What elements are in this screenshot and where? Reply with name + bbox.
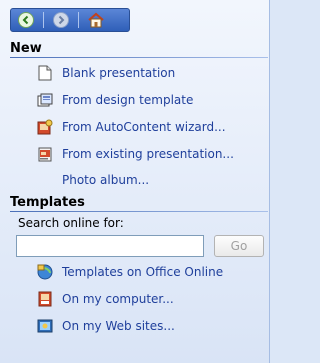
new-section-rule — [10, 57, 268, 58]
search-online-input[interactable] — [16, 235, 204, 257]
back-arrow-icon — [18, 12, 34, 28]
autocontent-wizard-icon — [36, 118, 54, 136]
templates-office-online-label: Templates on Office Online — [62, 265, 224, 279]
templates-office-online-link[interactable]: Templates on Office Online — [36, 263, 223, 281]
on-my-web-sites-link[interactable]: On my Web sites... — [36, 317, 175, 335]
new-section-title: New — [10, 41, 42, 56]
forward-button[interactable] — [50, 11, 72, 29]
from-design-template-label: From design template — [62, 93, 194, 107]
nav-separator — [78, 12, 79, 28]
home-button[interactable] — [85, 11, 107, 29]
from-design-template-link[interactable]: From design template — [36, 91, 193, 109]
nav-separator — [43, 12, 44, 28]
back-button[interactable] — [15, 11, 37, 29]
photo-album-link[interactable]: Photo album... — [62, 171, 149, 189]
go-button[interactable]: Go — [214, 235, 264, 257]
existing-presentation-icon — [36, 145, 54, 163]
from-existing-presentation-label: From existing presentation... — [62, 147, 234, 161]
on-my-web-sites-label: On my Web sites... — [62, 319, 175, 333]
on-my-computer-link[interactable]: On my computer... — [36, 290, 174, 308]
task-pane-navbar — [10, 8, 130, 32]
home-icon — [88, 12, 104, 28]
templates-section-title: Templates — [10, 195, 85, 210]
from-autocontent-wizard-link[interactable]: From AutoContent wizard... — [36, 118, 226, 136]
forward-arrow-icon — [53, 12, 69, 28]
blank-presentation-link[interactable]: Blank presentation — [36, 64, 175, 82]
design-template-icon — [36, 91, 54, 109]
computer-templates-icon — [36, 290, 54, 308]
on-my-computer-label: On my computer... — [62, 292, 174, 306]
templates-section-rule — [10, 211, 268, 212]
blank-presentation-label: Blank presentation — [62, 66, 176, 80]
search-online-label: Search online for: — [18, 216, 124, 230]
blank-document-icon — [36, 64, 54, 82]
photo-album-label: Photo album... — [62, 173, 150, 187]
from-autocontent-wizard-label: From AutoContent wizard... — [62, 120, 226, 134]
from-existing-presentation-link[interactable]: From existing presentation... — [36, 145, 234, 163]
web-sites-icon — [36, 317, 54, 335]
office-online-icon — [36, 263, 54, 281]
task-pane: New Blank presentation From design templ… — [0, 0, 270, 363]
